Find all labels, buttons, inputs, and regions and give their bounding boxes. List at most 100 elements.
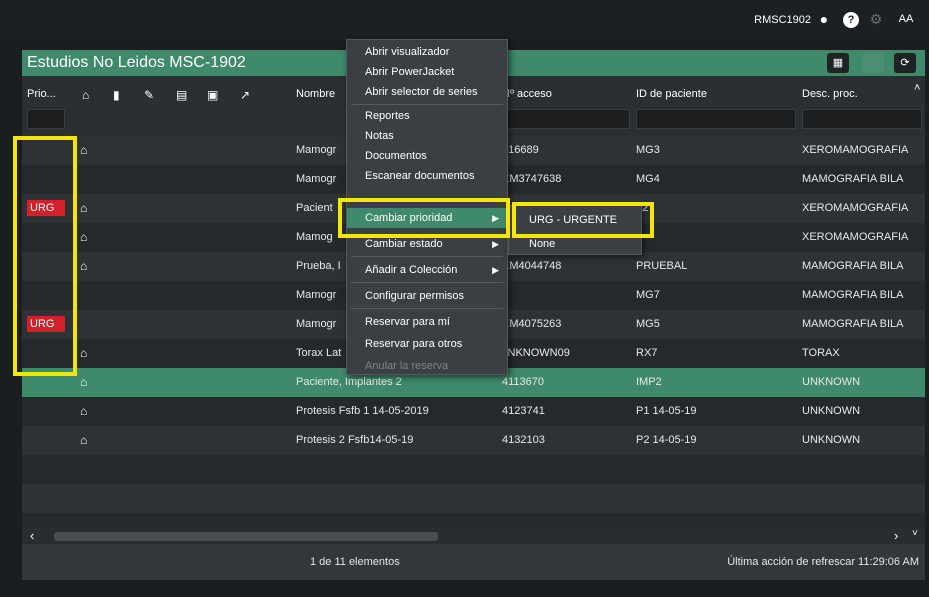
- filter-priority[interactable]: [27, 109, 65, 129]
- cell-desc: XEROMAMOGRAFIA: [802, 202, 909, 214]
- cell-desc: UNKNOWN: [802, 405, 861, 417]
- empty-row: [22, 513, 925, 528]
- scroll-down-icon[interactable]: ˅: [912, 528, 918, 539]
- chevron-right-icon: ▶: [492, 265, 499, 275]
- home-icon: ⌂: [80, 433, 88, 447]
- cell-patient-id: MG4: [636, 173, 660, 185]
- cell-access: 4113670: [502, 376, 545, 388]
- cell-name: Mamogr: [296, 318, 337, 330]
- cell-name: Mamogr: [296, 144, 337, 156]
- cell-name: Prueba, I: [296, 260, 341, 272]
- cell-name: Protesis Fsfb 1 14-05-2019: [296, 405, 429, 417]
- cell-patient-id: IMP2: [636, 376, 662, 388]
- cell-access: EM4044748: [502, 260, 562, 272]
- pin-icon[interactable]: ↗: [240, 88, 250, 102]
- menu-item-reserve-for-others[interactable]: Reservar para otros: [347, 334, 507, 354]
- menu-item-notes[interactable]: Notas: [347, 126, 507, 146]
- menu-item-add-to-collection[interactable]: Añadir a Colección ▶: [347, 260, 507, 280]
- filter-desc[interactable]: [802, 109, 922, 129]
- cell-patient-id: MG5: [636, 318, 660, 330]
- table-row[interactable]: ⌂ Protesis 2 Fsfb14-05-19 4132103 P2 14-…: [22, 426, 925, 455]
- cell-name: Mamogr: [296, 289, 337, 301]
- chat-icon[interactable]: ●: [815, 10, 833, 28]
- table-row[interactable]: ⌂ Protesis Fsfb 1 14-05-2019 4123741 P1 …: [22, 397, 925, 426]
- cell-desc: MAMOGRAFIA BILA: [802, 318, 904, 330]
- cell-access: JNKNOWN09: [502, 347, 570, 359]
- menu-item-reports[interactable]: Reportes: [347, 106, 507, 126]
- font-size-button[interactable]: AA: [897, 10, 915, 28]
- panel-title: Estudios No Leidos MSC-1902: [27, 54, 246, 71]
- scroll-up-icon[interactable]: ˄: [914, 82, 920, 94]
- cell-desc: MAMOGRAFIA BILA: [802, 173, 904, 185]
- report-icon[interactable]: ▤: [176, 88, 187, 102]
- username[interactable]: RMSC1902: [754, 14, 811, 26]
- home-icon: ⌂: [80, 201, 88, 215]
- cell-desc: UNKNOWN: [802, 434, 861, 446]
- help-icon[interactable]: ?: [843, 12, 859, 28]
- cell-desc: UNKNOWN: [802, 376, 861, 388]
- edit-icon[interactable]: ✎: [144, 88, 154, 102]
- lock-icon[interactable]: ▣: [207, 88, 218, 102]
- cell-desc: TORAX: [802, 347, 840, 359]
- cell-patient-id: MG7: [636, 289, 660, 301]
- document-icon[interactable]: ▮: [113, 88, 120, 102]
- empty-row: [22, 455, 925, 484]
- menu-divider: [351, 282, 503, 283]
- scrollbar-thumb[interactable]: [54, 532, 438, 541]
- cell-name: Mamogr: [296, 173, 337, 185]
- menu-item-configure-permissions[interactable]: Configurar permisos: [347, 286, 507, 306]
- cell-patient-id: RX7: [636, 347, 658, 359]
- menu-item-open-series-selector[interactable]: Abrir selector de series: [347, 82, 507, 102]
- col-priority[interactable]: Prio...: [27, 88, 56, 100]
- menu-divider: [351, 256, 503, 257]
- col-access[interactable]: Nº acceso: [502, 88, 552, 100]
- menu-item-open-viewer[interactable]: Abrir visualizador: [347, 42, 507, 62]
- cell-patient-id: MG3: [636, 144, 660, 156]
- cell-access: 4132103: [502, 434, 545, 446]
- menu-item-label: Cambiar estado: [365, 238, 443, 250]
- menu-item-reserve-for-me[interactable]: Reservar para mí: [347, 312, 507, 332]
- menu-divider: [351, 308, 503, 309]
- horizontal-scrollbar[interactable]: ‹ › ˅: [22, 528, 925, 544]
- home-icon: ⌂: [80, 404, 88, 418]
- cell-desc: XEROMAMOGRAFIA: [802, 231, 909, 243]
- cell-desc: MAMOGRAFIA BILA: [802, 260, 904, 272]
- scroll-left-icon[interactable]: ‹: [30, 528, 34, 543]
- highlight-priority-column: [13, 136, 77, 376]
- cell-patient-id: P2 14-05-19: [636, 434, 697, 446]
- menu-divider: [351, 104, 503, 105]
- menu-item-open-powerjacket[interactable]: Abrir PowerJacket: [347, 62, 507, 82]
- menu-item-label: Añadir a Colección: [365, 264, 458, 276]
- last-refresh: Última acción de refrescar 11:29:06 AM: [727, 556, 919, 568]
- col-name[interactable]: Nombre: [296, 88, 335, 100]
- cell-desc: XEROMAMOGRAFIA: [802, 144, 909, 156]
- hidden-panel-icon[interactable]: [862, 53, 884, 73]
- status-footer: 1 de 11 elementos Última acción de refre…: [22, 544, 925, 580]
- refresh-icon[interactable]: ⟳: [894, 53, 916, 73]
- home-icon: ⌂: [80, 259, 88, 273]
- home-icon[interactable]: ⌂: [82, 88, 89, 102]
- filter-patient-id[interactable]: [636, 109, 796, 129]
- top-bar: RMSC1902 ● ? ⚙ AA: [0, 0, 929, 40]
- gear-icon[interactable]: ⚙: [867, 10, 885, 28]
- col-desc[interactable]: Desc. proc.: [802, 88, 858, 100]
- col-patient-id[interactable]: ID de paciente: [636, 88, 707, 100]
- cell-patient-id: P1 14-05-19: [636, 405, 697, 417]
- highlight-change-priority: [338, 198, 510, 238]
- menu-item-scan-documents[interactable]: Escanear documentos: [347, 166, 507, 180]
- cell-access: 4123741: [502, 405, 545, 417]
- cell-name: Paciente, Implantes 2: [296, 376, 402, 388]
- empty-row: [22, 484, 925, 513]
- scroll-right-icon[interactable]: ›: [894, 528, 898, 543]
- cell-patient-id: PRUEBAL: [636, 260, 688, 272]
- item-count: 1 de 11 elementos: [310, 556, 400, 568]
- home-icon: ⌂: [80, 375, 88, 389]
- layout-icon[interactable]: ▦: [827, 53, 849, 73]
- cell-desc: MAMOGRAFIA BILA: [802, 289, 904, 301]
- cell-name: Protesis 2 Fsfb14-05-19: [296, 434, 414, 446]
- home-icon: ⌂: [80, 143, 88, 157]
- menu-item-documents[interactable]: Documentos: [347, 146, 507, 166]
- filter-access[interactable]: [502, 109, 630, 129]
- cell-name: Torax Lat: [296, 347, 342, 359]
- home-icon: ⌂: [80, 230, 88, 244]
